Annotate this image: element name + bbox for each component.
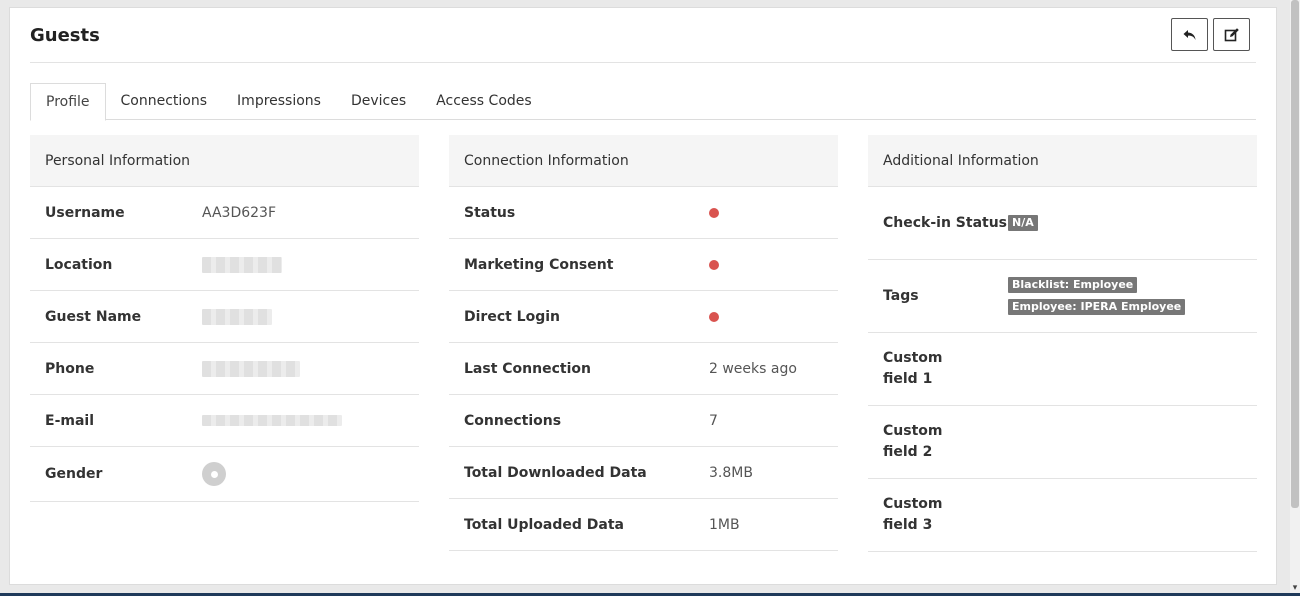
- tag-badge: Employee: IPERA Employee: [1008, 299, 1186, 315]
- reply-icon: [1183, 29, 1195, 40]
- info-row: Custom field 1: [868, 333, 1257, 406]
- vertical-scrollbar[interactable]: ▾: [1290, 0, 1300, 596]
- row-label: Custom field 2: [883, 423, 943, 460]
- info-row: Last Connection 2 weeks ago: [449, 343, 838, 395]
- info-row: Total Downloaded Data 3.8MB: [449, 447, 838, 499]
- row-label: Tags: [883, 287, 919, 304]
- info-row: Custom field 2: [868, 406, 1257, 479]
- scrollbar-thumb[interactable]: [1291, 0, 1299, 508]
- row-label: Total Uploaded Data: [464, 516, 624, 533]
- edit-button[interactable]: [1213, 18, 1250, 51]
- check-in-status-badge: N/A: [1008, 215, 1038, 231]
- tag-badge: Blacklist: Employee: [1008, 277, 1138, 293]
- info-row: Custom field 3: [868, 479, 1257, 552]
- row-label: Phone: [45, 360, 95, 377]
- gender-unknown-icon: [202, 462, 226, 486]
- back-button[interactable]: [1171, 18, 1208, 51]
- info-row: Phone: [30, 343, 419, 395]
- tab-impressions[interactable]: Impressions: [222, 83, 336, 120]
- profile-tabs: Profile Connections Impressions Devices …: [30, 83, 1256, 121]
- info-row: E-mail: [30, 395, 419, 447]
- info-row: Gender: [30, 447, 419, 502]
- row-label: Guest Name: [45, 308, 142, 325]
- tab-access-codes[interactable]: Access Codes: [421, 83, 547, 120]
- page-header: Guests: [30, 8, 1256, 63]
- tab-devices[interactable]: Devices: [336, 83, 421, 120]
- row-label: Location: [45, 256, 113, 273]
- row-label: Total Downloaded Data: [464, 464, 647, 481]
- page-title: Guests: [30, 25, 100, 46]
- info-row: Total Uploaded Data 1MB: [449, 499, 838, 551]
- redacted-guest-name: [202, 308, 272, 325]
- row-label: E-mail: [45, 412, 95, 429]
- personal-information-panel: Personal Information Username AA3D623F L…: [30, 135, 419, 502]
- info-row: Location: [30, 239, 419, 291]
- redacted-phone: [202, 360, 300, 377]
- username-value: AA3D623F: [202, 204, 277, 221]
- row-label: Gender: [45, 466, 103, 482]
- row-label: Check-in Status: [883, 214, 1008, 231]
- tags-list: Blacklist: Employee Employee: IPERA Empl…: [1008, 277, 1186, 315]
- guest-profile-card: Guests Profile Connections Impressions D…: [9, 7, 1277, 585]
- info-row: Tags Blacklist: Employee Employee: IPERA…: [868, 260, 1257, 333]
- info-row: Check-in Status N/A: [868, 187, 1257, 260]
- status-dot-icon: [709, 207, 719, 218]
- connection-information-panel: Connection Information Status Marketing …: [449, 135, 838, 551]
- last-connection-value: 2 weeks ago: [709, 360, 797, 377]
- panel-heading: Personal Information: [30, 135, 419, 187]
- tab-profile[interactable]: Profile: [30, 83, 106, 121]
- uploaded-data-value: 1MB: [709, 516, 740, 533]
- info-row: Connections 7: [449, 395, 838, 447]
- scroll-down-arrow-icon[interactable]: ▾: [1291, 584, 1299, 593]
- redacted-location: [202, 256, 282, 273]
- connections-count-value: 7: [709, 412, 718, 429]
- row-label: Last Connection: [464, 360, 591, 377]
- additional-information-panel: Additional Information Check-in Status N…: [868, 135, 1257, 552]
- info-row: Username AA3D623F: [30, 187, 419, 239]
- tab-connections[interactable]: Connections: [106, 83, 223, 120]
- redacted-email: [202, 415, 342, 426]
- panel-heading: Additional Information: [868, 135, 1257, 187]
- info-row: Status: [449, 187, 838, 239]
- row-label: Marketing Consent: [464, 256, 614, 273]
- panel-heading: Connection Information: [449, 135, 838, 187]
- row-label: Username: [45, 204, 125, 221]
- row-label: Connections: [464, 412, 562, 429]
- info-row: Marketing Consent: [449, 239, 838, 291]
- marketing-consent-dot-icon: [709, 259, 719, 270]
- direct-login-dot-icon: [709, 311, 719, 322]
- row-label: Custom field 3: [883, 496, 943, 533]
- downloaded-data-value: 3.8MB: [709, 464, 753, 481]
- row-label: Direct Login: [464, 308, 561, 325]
- edit-icon: [1224, 27, 1239, 41]
- info-row: Guest Name: [30, 291, 419, 343]
- info-row: Direct Login: [449, 291, 838, 343]
- row-label: Status: [464, 204, 516, 221]
- row-label: Custom field 1: [883, 350, 943, 387]
